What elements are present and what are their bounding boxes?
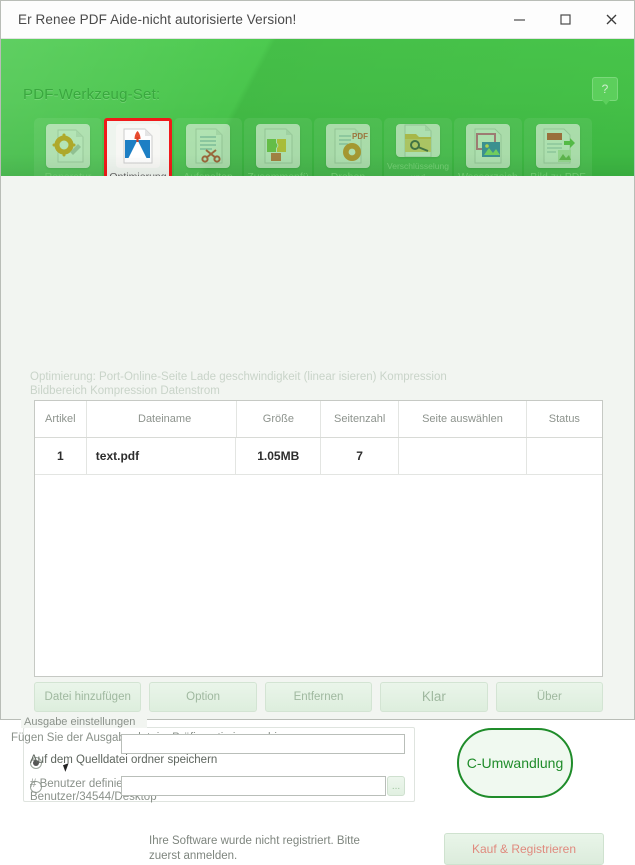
column-header-dateiname: Dateiname	[87, 401, 237, 437]
image-to-pdf-icon	[536, 124, 580, 168]
add-file-button[interactable]: Datei hinzufügen	[34, 682, 142, 712]
split-scissors-icon	[186, 124, 230, 168]
tool-button-optimierung[interactable]: Optimierung	[104, 118, 172, 176]
tool-button-verschluesselung[interactable]: Verschlüsselung und Entschlüsselung	[384, 118, 452, 176]
optimize-rocket-icon	[116, 124, 160, 168]
convert-button[interactable]: C-Umwandlung	[457, 728, 573, 798]
column-header-groesse: Größe	[237, 401, 322, 437]
window-title: Er Renee PDF Aide-nicht autorisierte Ver…	[18, 12, 297, 27]
cell-status	[527, 438, 602, 474]
cell-artikel: 1	[35, 438, 87, 474]
rotate-pdf-icon: PDF	[326, 124, 370, 168]
column-header-status: Status	[548, 412, 580, 425]
repair-gear-icon	[46, 124, 90, 168]
merge-puzzle-icon	[256, 124, 300, 168]
cell-seite-auswaehlen[interactable]	[399, 438, 527, 474]
operation-description: Optimierung: Port-Online-Seite Lade gesc…	[30, 371, 447, 397]
tool-button-wasserzeichen[interactable]: Wasserzeichen	[454, 118, 522, 176]
main-content: Optimierung: Port-Online-Seite Lade gesc…	[1, 176, 634, 865]
prefix-input[interactable]	[121, 734, 405, 754]
column-header-seitenzahl: Seitenzahl	[321, 401, 400, 437]
output-settings-title: Ausgabe einstellungen	[21, 716, 147, 728]
browse-button[interactable]: ...	[387, 776, 405, 796]
title-bar: Er Renee PDF Aide-nicht autorisierte Ver…	[1, 1, 634, 39]
output-path-input[interactable]	[121, 776, 386, 796]
tool-buttons: Reparatur Optimierung	[34, 118, 592, 176]
tool-button-aufspalten[interactable]: Aufspalten	[174, 118, 242, 176]
cell-groesse: 1.05MB	[236, 438, 322, 474]
column-header-artikel: Artikel	[35, 401, 87, 437]
cell-dateiname: text.pdf	[87, 438, 237, 474]
purchase-register-button[interactable]: Kauf & Registrieren	[444, 833, 604, 865]
app-window: Er Renee PDF Aide-nicht autorisierte Ver…	[0, 0, 635, 865]
help-icon[interactable]: ?	[592, 77, 618, 105]
option-button[interactable]: Option	[149, 682, 257, 712]
encrypt-folder-icon	[396, 124, 440, 157]
table-row[interactable]: 1 text.pdf 1.05MB 7	[35, 438, 602, 475]
file-table: Artikel Dateiname Größe Seitenzahl Seite…	[34, 400, 603, 677]
minimize-button[interactable]	[496, 1, 542, 38]
remove-button[interactable]: Entfernen	[264, 682, 373, 712]
about-button[interactable]: Über	[495, 682, 604, 712]
svg-text:PDF: PDF	[352, 132, 368, 141]
tool-label-verschluesselung: Verschlüsselung und Entschlüsselung	[387, 161, 449, 176]
toolbar-header: PDF-Werkzeug-Set: ? PDF Verschlüsselung	[1, 39, 634, 176]
table-header-row: Artikel Dateiname Größe Seitenzahl Seite…	[35, 401, 602, 438]
registration-notice: Ihre Software wurde nicht registriert. B…	[149, 835, 360, 862]
tool-button-reparatur[interactable]: Reparatur	[34, 118, 102, 176]
tool-button-bild-zu-pdf[interactable]: Bild zu PDF	[524, 118, 592, 176]
clear-button[interactable]: Klar	[380, 682, 488, 712]
tool-button-zusammenfuehren[interactable]: Zusammenführen	[244, 118, 312, 176]
action-button-row: Datei hinzufügen Option Entfernen Klar Ü…	[34, 682, 604, 712]
tool-button-drehen[interactable]: PDF Drehen	[314, 118, 382, 176]
window-controls	[496, 1, 634, 38]
close-button[interactable]	[588, 1, 634, 38]
maximize-button[interactable]	[542, 1, 588, 38]
cell-seitenzahl: 7	[321, 438, 400, 474]
watermark-image-icon	[466, 124, 510, 168]
column-header-seite-auswaehlen: Seite auswählen	[399, 401, 527, 437]
toolset-title: PDF-Werkzeug-Set:	[23, 86, 161, 103]
source-folder-label: Auf dem Quelldatei ordner speichern	[30, 754, 218, 766]
